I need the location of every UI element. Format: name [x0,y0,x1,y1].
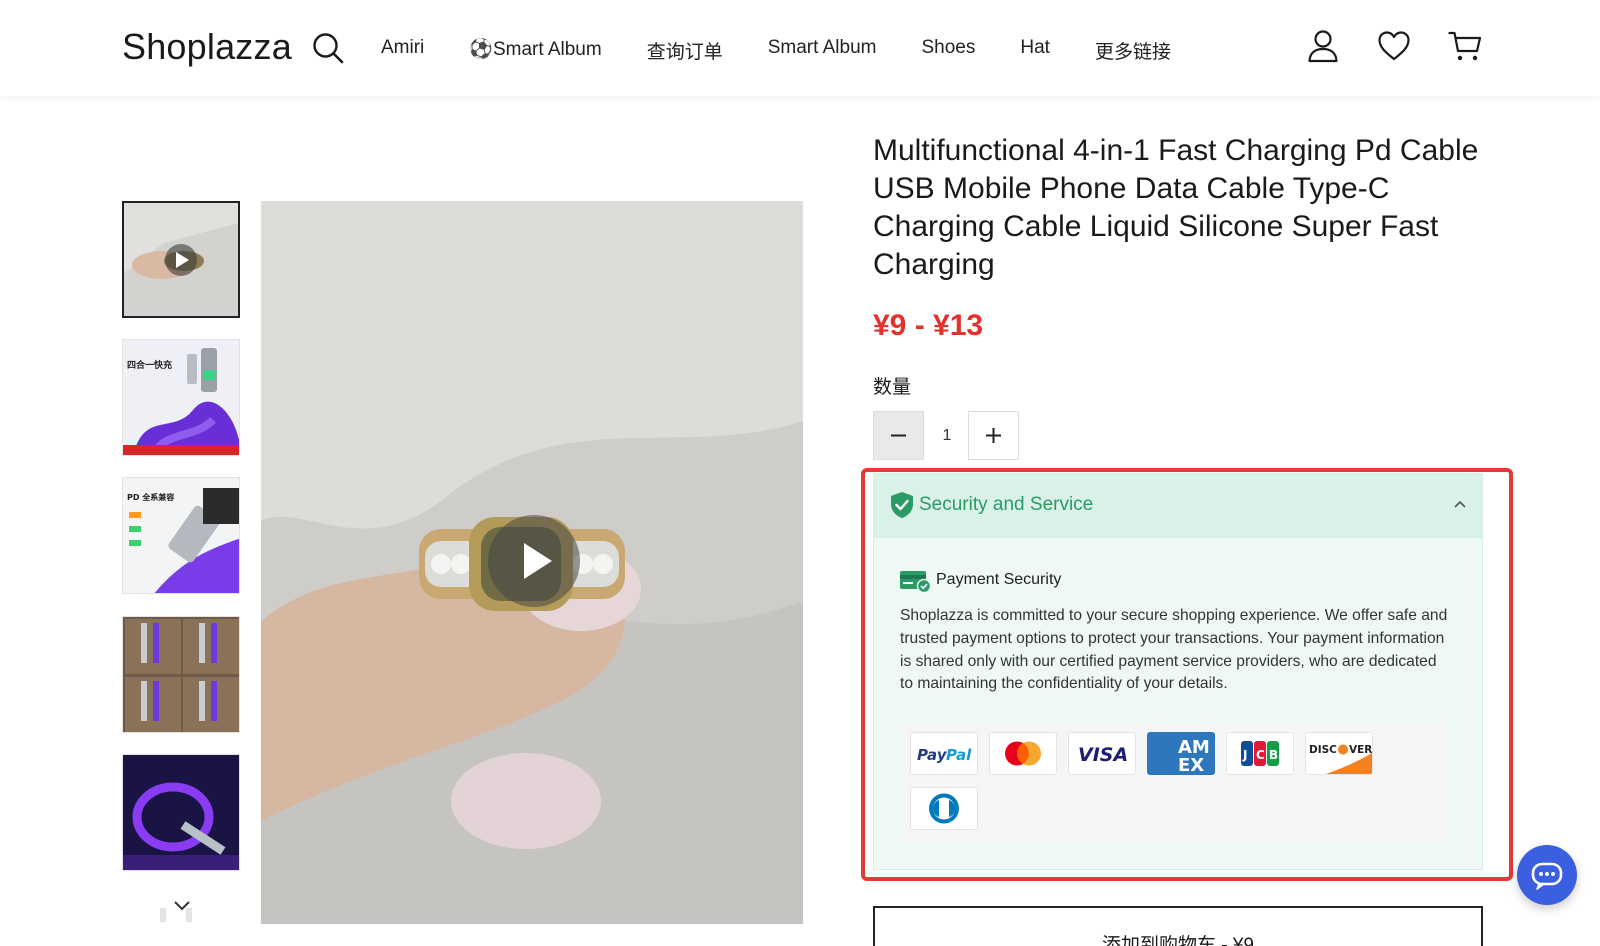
nav-item-order-lookup[interactable]: 查询订单 [647,37,723,64]
thumbnail-cable-purple: 四合一快充 [123,340,239,455]
add-to-cart-button[interactable]: 添加到购物车 - ¥9 [873,906,1483,946]
thumbnail-image-3[interactable]: PD 全系兼容 [122,477,240,594]
thumbnail-caption-3: PD 全系兼容 [127,492,174,502]
plus-icon [986,428,1001,443]
product-video[interactable] [261,201,803,924]
nav-item-hat[interactable]: Hat [1020,37,1050,64]
cart-icon[interactable] [1448,29,1482,63]
nav-item-smart-album-ball[interactable]: ⚽Smart Album [469,37,601,64]
highlight-box [861,468,1513,881]
thumbnail-partial [160,908,192,922]
product-title: Multifunctional 4-in-1 Fast Charging Pd … [873,134,1479,281]
thumbnail-image-4[interactable] [122,616,240,733]
user-icon[interactable] [1306,29,1340,63]
nav-item-more-links[interactable]: 更多链接 [1095,37,1171,64]
nav-item-smart-album[interactable]: Smart Album [768,37,877,64]
thumbnail-cable-dark [123,755,239,870]
chat-button[interactable] [1517,845,1577,905]
quantity-input[interactable]: 1 [926,411,968,460]
main-nav: Amiri ⚽Smart Album 查询订单 Smart Album Shoe… [381,37,1216,64]
thumbnail-image-5[interactable] [122,754,240,871]
play-button[interactable] [488,515,580,607]
thumbnail-cable-grid [123,617,239,732]
product-price: ¥9 - ¥13 [873,309,984,342]
thumbnail-image-2[interactable]: 四合一快充 [122,339,240,456]
quantity-label: 数量 [873,377,912,398]
heart-icon[interactable] [1377,29,1411,63]
quantity-decrease-button[interactable] [873,411,924,460]
chat-icon [1531,862,1563,890]
thumbnail-video[interactable] [122,201,240,318]
nav-item-amiri[interactable]: Amiri [381,37,424,64]
quantity-increase-button[interactable] [968,411,1019,460]
store-logo[interactable]: Shoplazza [122,26,292,68]
thumbnail-caption-2: 四合一快充 [127,359,172,371]
play-icon [524,543,552,579]
nav-item-shoes[interactable]: Shoes [921,37,975,64]
thumbnail-cable-connector: PD 全系兼容 [123,478,239,593]
minus-icon [891,434,906,437]
thumbnail-video-image [124,203,238,316]
site-header: Shoplazza Amiri ⚽Smart Album 查询订单 Smart … [0,0,1600,96]
search-icon[interactable] [312,32,344,64]
